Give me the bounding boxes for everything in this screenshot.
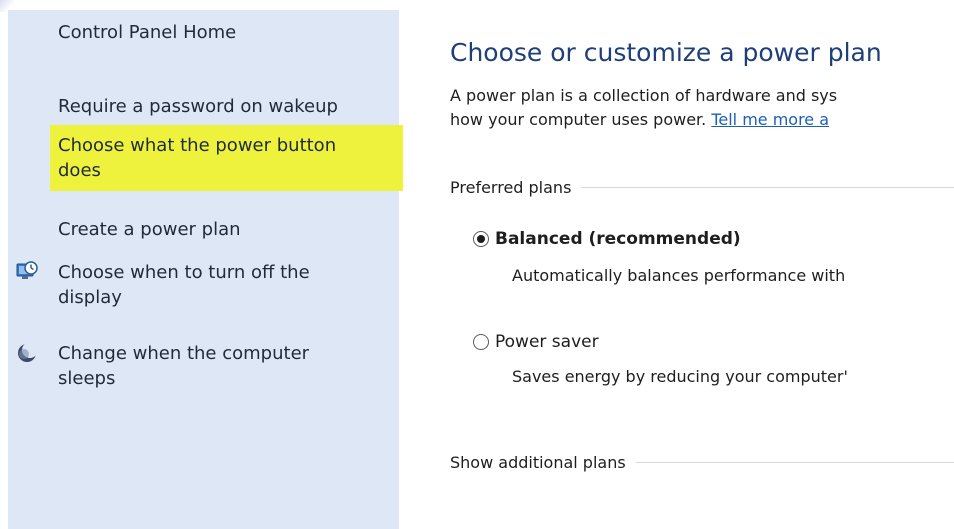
additional-plans-group[interactable]: Show additional plans bbox=[450, 453, 954, 472]
sidebar-item-require-password[interactable]: Require a password on wakeup bbox=[58, 94, 398, 119]
radio-unselected-icon[interactable] bbox=[473, 334, 489, 350]
sidebar-item-label: Require a password on wakeup bbox=[58, 96, 338, 117]
sidebar-item-label: Control Panel Home bbox=[58, 22, 237, 43]
sidebar-item-label-line1: Change when the computer bbox=[58, 343, 310, 364]
plan-name-power-saver: Power saver bbox=[495, 332, 599, 352]
page-title: Choose or customize a power plan bbox=[450, 38, 882, 67]
display-clock-icon bbox=[16, 261, 38, 283]
sidebar-nav: Control Panel Home Require a password on… bbox=[8, 10, 403, 529]
plan-name-balanced: Balanced (recommended) bbox=[495, 229, 741, 249]
plan-balanced-radio[interactable]: Balanced (recommended) bbox=[473, 229, 741, 249]
sidebar-item-computer-sleeps[interactable]: Change when the computer sleeps bbox=[18, 341, 398, 391]
plan-description-balanced: Automatically balances performance with bbox=[512, 266, 846, 285]
sidebar-item-label-line2: does bbox=[58, 160, 101, 181]
sidebar-item-label-line2: display bbox=[58, 287, 122, 308]
preferred-plans-header: Preferred plans bbox=[450, 178, 572, 197]
tell-me-more-link[interactable]: Tell me more a bbox=[711, 110, 829, 129]
plan-power-saver-radio[interactable]: Power saver bbox=[473, 332, 599, 352]
preferred-plans-group: Preferred plans bbox=[450, 178, 954, 197]
sidebar-item-create-power-plan[interactable]: Create a power plan bbox=[58, 217, 398, 242]
control-panel-window: Control Panel Home Require a password on… bbox=[0, 0, 954, 529]
sidebar-item-label-line1: Choose what the power button bbox=[58, 135, 337, 156]
plan-description-power-saver: Saves energy by reducing your computer' bbox=[512, 367, 848, 386]
moon-sleep-icon bbox=[16, 342, 38, 364]
divider bbox=[581, 187, 954, 188]
sidebar-item-label-line1: Choose when to turn off the bbox=[58, 262, 310, 283]
sidebar-item-power-button[interactable]: Choose what the power button does bbox=[50, 125, 403, 191]
description-line1: A power plan is a collection of hardware… bbox=[450, 86, 838, 105]
main-content: Choose or customize a power plan A power… bbox=[400, 0, 954, 529]
description-line2: how your computer uses power. Tell me mo… bbox=[450, 108, 837, 132]
divider bbox=[635, 462, 954, 463]
sidebar-item-label: Create a power plan bbox=[58, 219, 241, 240]
description-line2-prefix: how your computer uses power. bbox=[450, 110, 712, 129]
additional-plans-header[interactable]: Show additional plans bbox=[450, 453, 626, 472]
sidebar-item-label-line2: sleeps bbox=[58, 368, 116, 389]
page-description: A power plan is a collection of hardware… bbox=[450, 84, 837, 132]
radio-selected-icon[interactable] bbox=[473, 231, 489, 247]
sidebar-item-turn-off-display[interactable]: Choose when to turn off the display bbox=[16, 260, 398, 310]
sidebar-item-control-panel-home[interactable]: Control Panel Home bbox=[58, 20, 398, 45]
